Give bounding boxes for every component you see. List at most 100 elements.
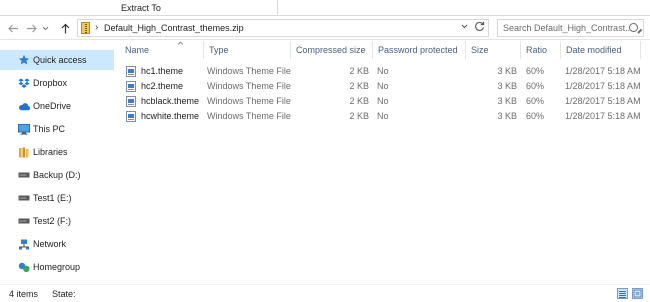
file-list: Name Type Compressed size Password prote…	[114, 41, 650, 284]
sidebar-item-test1-e[interactable]: Test1 (E:)	[0, 188, 114, 208]
theme-file-icon	[126, 66, 136, 77]
table-row[interactable]: hc1.theme Windows Theme File 2 KB No 3 K…	[114, 64, 650, 79]
column-header-name[interactable]: Name	[120, 41, 204, 59]
column-header-date-modified[interactable]: Date modified	[561, 41, 641, 59]
address-path: Default_High_Contrast_themes.zip	[104, 23, 244, 33]
file-ratio: 60%	[526, 96, 545, 106]
sidebar-item-label: Quick access	[33, 55, 87, 65]
file-compressed-size: 2 KB	[349, 96, 369, 106]
sidebar-item-label: Test2 (F:)	[33, 216, 72, 226]
column-header-size[interactable]: Size	[466, 41, 521, 59]
table-row[interactable]: hcwhite.theme Windows Theme File 2 KB No…	[114, 109, 650, 124]
sidebar-item-dropbox[interactable]: Dropbox	[0, 73, 114, 93]
file-name: hc2.theme	[141, 81, 184, 91]
sidebar-item-network[interactable]: Network	[0, 234, 114, 254]
back-arrow-icon[interactable]	[6, 21, 20, 35]
forward-arrow-icon[interactable]	[24, 21, 38, 35]
sort-up-icon	[172, 41, 184, 47]
column-header-label: Ratio	[526, 45, 548, 55]
cloud-icon	[18, 100, 30, 112]
state-label: State:	[52, 289, 76, 299]
sidebar-item-this-pc[interactable]: This PC	[0, 119, 114, 139]
search-input[interactable]: Search Default_High_Contrast...	[497, 19, 644, 37]
table-row[interactable]: hcblack.theme Windows Theme File 2 KB No…	[114, 94, 650, 109]
file-password-protected: No	[377, 81, 389, 91]
column-header-label: Size	[471, 45, 489, 55]
ribbon: Extract To	[0, 0, 650, 16]
address-bar[interactable]: › Default_High_Contrast_themes.zip	[77, 19, 489, 37]
column-header-label: Type	[209, 45, 229, 55]
sidebar-item-label: Dropbox	[33, 78, 68, 88]
library-icon	[18, 146, 30, 158]
sidebar-item-label: OneDrive	[33, 101, 72, 111]
table-row[interactable]: hc2.theme Windows Theme File 2 KB No 3 K…	[114, 79, 650, 94]
sidebar-item-label: Network	[33, 239, 67, 249]
sidebar-item-backup-d[interactable]: Backup (D:)	[0, 165, 114, 185]
column-header-label: Password protected	[378, 45, 458, 55]
column-header-type[interactable]: Type	[204, 41, 291, 59]
file-name: hc1.theme	[141, 66, 184, 76]
sidebar-item-label: Backup (D:)	[33, 170, 81, 180]
file-ratio: 60%	[526, 66, 545, 76]
sidebar-item-test2-f[interactable]: Test2 (F:)	[0, 211, 114, 231]
breadcrumb-chevron-icon[interactable]: ›	[95, 22, 98, 33]
file-date-modified: 1/28/2017 5:18 AM	[565, 81, 641, 91]
star-icon	[18, 54, 30, 66]
sidebar-item-libraries[interactable]: Libraries	[0, 142, 114, 162]
file-type: Windows Theme File	[207, 66, 291, 76]
column-header-label: Name	[125, 45, 150, 55]
ribbon-extract-tab[interactable]: Extract To	[0, 0, 278, 16]
sidebar-item-label: Libraries	[33, 147, 68, 157]
sidebar-item-label: This PC	[33, 124, 66, 134]
file-name: hcblack.theme	[141, 96, 200, 106]
file-type: Windows Theme File	[207, 111, 291, 121]
sidebar-item-homegroup[interactable]: Homegroup	[0, 257, 114, 277]
file-password-protected: No	[377, 111, 389, 121]
file-date-modified: 1/28/2017 5:18 AM	[565, 66, 641, 76]
column-header-compressed-size[interactable]: Compressed size	[291, 41, 373, 59]
ribbon-tab-label: Extract To	[121, 3, 161, 13]
sidebar-item-quick-access[interactable]: Quick access	[0, 50, 114, 70]
file-ratio: 60%	[526, 111, 545, 121]
theme-file-icon	[126, 96, 136, 107]
file-password-protected: No	[377, 66, 389, 76]
file-date-modified: 1/28/2017 5:18 AM	[565, 96, 641, 106]
file-date-modified: 1/28/2017 5:18 AM	[565, 111, 641, 121]
sidebar-item-label: Homegroup	[33, 262, 81, 272]
column-header-label: Compressed size	[296, 45, 366, 55]
up-arrow-icon[interactable]	[58, 21, 72, 35]
file-size: 3 KB	[497, 96, 517, 106]
file-size: 3 KB	[497, 66, 517, 76]
theme-file-icon	[126, 81, 136, 92]
monitor-icon	[18, 123, 30, 135]
item-count: 4 items	[9, 289, 39, 299]
file-name: hcwhite.theme	[141, 111, 200, 121]
drive-icon	[18, 169, 30, 181]
sidebar-item-label: Test1 (E:)	[33, 193, 72, 203]
file-ratio: 60%	[526, 81, 545, 91]
chevron-down-icon[interactable]	[40, 21, 50, 35]
dropbox-icon	[18, 77, 30, 89]
drive-icon	[18, 192, 30, 204]
network-icon	[18, 238, 30, 250]
zip-folder-icon	[81, 22, 90, 34]
file-compressed-size: 2 KB	[349, 66, 369, 76]
search-placeholder: Search Default_High_Contrast...	[503, 23, 633, 33]
navigation-pane: Quick access Dropbox OneDrive This PC Li…	[0, 41, 114, 284]
details-view-icon[interactable]	[617, 288, 628, 299]
file-type: Windows Theme File	[207, 81, 291, 91]
search-icon[interactable]	[629, 23, 638, 32]
file-type: Windows Theme File	[207, 96, 291, 106]
sidebar-item-onedrive[interactable]: OneDrive	[0, 96, 114, 116]
homegroup-icon	[18, 261, 30, 273]
drive-icon	[18, 215, 30, 227]
file-compressed-size: 2 KB	[349, 111, 369, 121]
file-password-protected: No	[377, 96, 389, 106]
column-header-ratio[interactable]: Ratio	[521, 41, 561, 59]
column-header-label: Date modified	[566, 45, 622, 55]
column-header-password-protected[interactable]: Password protected	[373, 41, 466, 59]
refresh-icon[interactable]	[474, 21, 485, 35]
navigation-bar: › Default_High_Contrast_themes.zip Searc…	[0, 16, 650, 40]
address-dropdown-icon[interactable]	[461, 22, 468, 31]
large-icons-view-icon[interactable]	[632, 288, 643, 299]
